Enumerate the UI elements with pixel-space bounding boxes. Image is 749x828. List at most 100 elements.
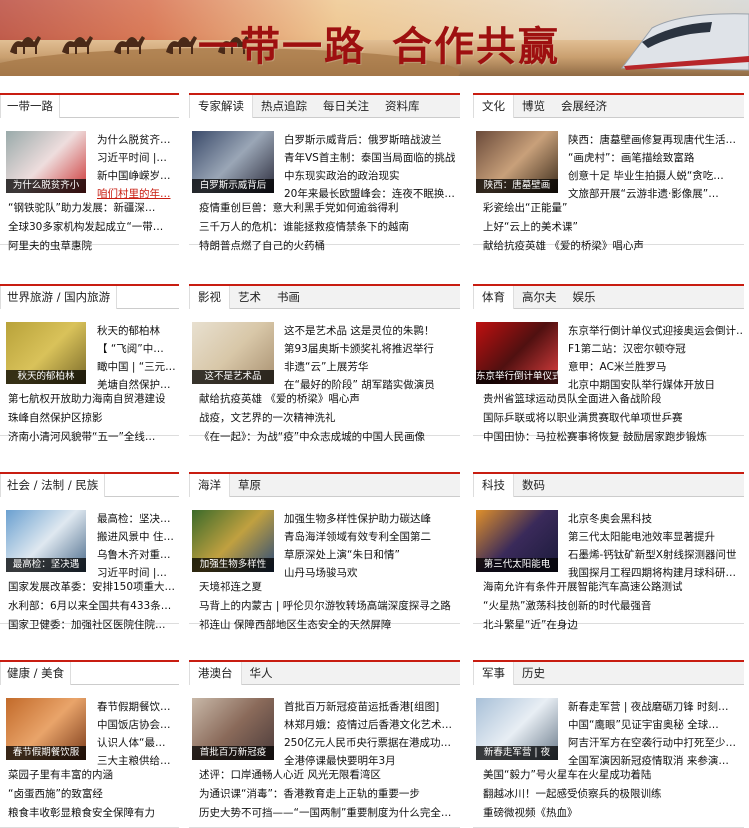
tab-mid-1-2[interactable]: 书画 <box>269 286 308 308</box>
tab-mid-1-1[interactable]: 艺术 <box>230 286 269 308</box>
headline-link[interactable]: 这不是艺术品 这是灵位的朱鹮！ <box>284 322 458 340</box>
headline-link[interactable]: 为什么脱贫齐… <box>97 131 177 149</box>
tab-mid-3-1[interactable]: 华人 <box>242 662 281 684</box>
headline-link[interactable]: 春节假期餐饮… <box>97 698 177 716</box>
headline-link[interactable]: “画虎村”：画笔描绘致富路 <box>568 149 742 167</box>
headline-link[interactable]: 中国“鹰眼”见证宇宙奥秘 全球… <box>568 716 742 734</box>
more-link[interactable]: 济南小清河风貌带“五一”全线… <box>8 428 177 447</box>
featured-image-mid-3[interactable]: 首批百万新冠疫 <box>192 698 274 760</box>
more-link[interactable]: 第七航权开放助力海南自贸港建设 <box>8 390 177 409</box>
tab-right-0-1[interactable]: 博览 <box>514 95 553 117</box>
more-link[interactable]: 粮食丰收彰显粮食安全保障有力 <box>8 804 177 823</box>
headline-link[interactable]: 白罗斯示威背后：俄罗斯暗战波兰 <box>284 131 458 149</box>
headline-link[interactable]: 非遗“云”上展芳华 <box>284 358 458 376</box>
more-link[interactable]: 祁连山 保障西部地区生态安全的天然屏障 <box>199 616 458 635</box>
tab-left-0-0[interactable]: 一带一路 <box>0 95 60 118</box>
more-link[interactable]: 水利部：6月以来全国共有433条… <box>8 597 177 616</box>
headline-link[interactable]: 阿吉汗军方在空袭行动中打死至少… <box>568 734 742 752</box>
headline-link[interactable]: 新春走军营 | 夜战磨砺刀锋 时刻… <box>568 698 742 716</box>
more-link[interactable]: 北斗繁星“近”在身边 <box>483 616 742 635</box>
tab-right-1-0[interactable]: 体育 <box>473 286 514 309</box>
tab-mid-0-1[interactable]: 热点追踪 <box>253 95 315 117</box>
more-link[interactable]: “火星热”激荡科技创新的时代最强音 <box>483 597 742 616</box>
tab-right-1-1[interactable]: 高尔夫 <box>514 286 565 308</box>
more-link[interactable]: “钢铁驼队”助力发展：新疆深… <box>8 199 177 218</box>
tab-mid-3-0[interactable]: 港澳台 <box>189 662 242 685</box>
more-link[interactable]: 菜园子里有丰富的内涵 <box>8 766 177 785</box>
headline-link[interactable]: 秋天的郁柏林 <box>97 322 177 340</box>
more-link[interactable]: 述评：口岸通畅人心近 风光无限看湾区 <box>199 766 458 785</box>
headline-link[interactable]: 中东现实政治的政治现实 <box>284 167 458 185</box>
featured-image-right-2[interactable]: 第三代太阳能电 <box>476 510 558 572</box>
more-link[interactable]: 为通识课“消毒”：香港教育走上正轨的重要一步 <box>199 785 458 804</box>
featured-image-right-1[interactable]: 东京举行倒计单仪式 <box>476 322 558 384</box>
headline-link[interactable]: 青岛海洋领域有效专利全国第二 <box>284 528 458 546</box>
more-link[interactable]: “卤蛋西施”的致富经 <box>8 785 177 804</box>
more-link[interactable]: 国家发展改革委：安排150项重大… <box>8 578 177 597</box>
more-link[interactable]: 贵州省篮球运动员队全面进入备战阶段 <box>483 390 742 409</box>
featured-image-right-0[interactable]: 陕西：唐墓壁画 <box>476 131 558 193</box>
tab-right-2-0[interactable]: 科技 <box>473 474 514 497</box>
headline-link[interactable]: 石墨烯-钙钛矿新型X射线探测器问世 <box>568 546 742 564</box>
featured-image-left-0[interactable]: 为什么脱贫齐小 <box>6 131 86 193</box>
headline-link[interactable]: 250亿元人民币央行票据在港成功… <box>284 734 458 752</box>
tab-mid-1-0[interactable]: 影视 <box>189 286 230 309</box>
more-link[interactable]: 《在一起》：为战“疫”中众志成城的中国人民画像 <box>199 428 458 447</box>
headline-link[interactable]: 陕西：唐墓壁画修复再现唐代生活… <box>568 131 742 149</box>
tab-right-3-1[interactable]: 历史 <box>514 662 553 684</box>
featured-image-mid-1[interactable]: 这不是艺术品 <box>192 322 274 384</box>
more-link[interactable]: 重磅微视频《热血》 <box>483 804 742 823</box>
more-link[interactable]: 全球30多家机构发起成立“一带… <box>8 218 177 237</box>
tab-mid-2-1[interactable]: 草原 <box>230 474 269 496</box>
more-link[interactable]: 上好“云上的美术课” <box>483 218 742 237</box>
headline-link[interactable]: 认识人体“最… <box>97 734 177 752</box>
more-link[interactable]: 珠峰自然保护区掠影 <box>8 409 177 428</box>
headline-link[interactable]: 东京举行倒计单仪式迎接奥运会倒计… <box>568 322 742 340</box>
tab-mid-0-0[interactable]: 专家解读 <box>189 95 253 118</box>
tab-mid-0-3[interactable]: 资料库 <box>377 95 428 117</box>
more-link[interactable]: 彩瓷绘出“正能量” <box>483 199 742 218</box>
headline-link[interactable]: 草原深处上演“朱日和情” <box>284 546 458 564</box>
tab-mid-0-2[interactable]: 每日关注 <box>315 95 377 117</box>
more-link[interactable]: 国际乒联或将以职业满贯赛取代单项世乒赛 <box>483 409 742 428</box>
more-link[interactable]: 美国“毅力”号火星车在火星成功着陆 <box>483 766 742 785</box>
headline-link[interactable]: 瞰中国 | “三元… <box>97 358 177 376</box>
headline-link[interactable]: 首批百万新冠疫苗运抵香港[组图] <box>284 698 458 716</box>
tab-right-2-1[interactable]: 数码 <box>514 474 553 496</box>
featured-image-left-1[interactable]: 秋天的郁柏林 <box>6 322 86 384</box>
more-link[interactable]: 献给抗疫英雄 《爱的桥梁》唱心声 <box>199 390 458 409</box>
featured-image-left-2[interactable]: 最高检：坚决遇 <box>6 510 86 572</box>
featured-image-right-3[interactable]: 新春走军营 | 夜 <box>476 698 558 760</box>
headline-link[interactable]: 第93届奥斯卡颁奖礼将推迟举行 <box>284 340 458 358</box>
tab-right-0-0[interactable]: 文化 <box>473 95 514 118</box>
more-link[interactable]: 历史大势不可挡——“一国两制”重要制度为什么完全… <box>199 804 458 823</box>
headline-link[interactable]: F1第二站：汉密尔顿夺冠 <box>568 340 742 358</box>
headline-link[interactable]: 习近平时间 |… <box>97 149 177 167</box>
more-link[interactable]: 疫情重创巨兽：意大利黑手党如何逾翁得利 <box>199 199 458 218</box>
tab-right-1-2[interactable]: 娱乐 <box>565 286 604 308</box>
headline-link[interactable]: 青年VS首主制：泰国当局面临的挑战 <box>284 149 458 167</box>
headline-link[interactable]: 林郑月娥：疫情过后香港文化艺术… <box>284 716 458 734</box>
more-link[interactable]: 国家卫健委：加强社区医院住院… <box>8 616 177 635</box>
tab-left-2-0[interactable]: 社会 / 法制 / 民族 <box>0 474 106 497</box>
headline-link[interactable]: 加强生物多样性保护助力碳达峰 <box>284 510 458 528</box>
more-link[interactable]: 天境祁连之夏 <box>199 578 458 597</box>
tab-mid-2-0[interactable]: 海洋 <box>189 474 230 497</box>
headline-link[interactable]: 新中国峥嵘岁… <box>97 167 177 185</box>
headline-link[interactable]: 【 “飞阅”中… <box>97 340 177 358</box>
tab-right-3-0[interactable]: 军事 <box>473 662 514 685</box>
more-link[interactable]: 海南允许有条件开展智能汽车高速公路测试 <box>483 578 742 597</box>
more-link[interactable]: 翻越冰川！一起感受侦察兵的极限训练 <box>483 785 742 804</box>
tab-left-3-0[interactable]: 健康 / 美食 <box>0 662 72 685</box>
headline-link[interactable]: 乌鲁木齐对重… <box>97 546 177 564</box>
tab-left-1-0[interactable]: 世界旅游 / 国内旅游 <box>0 286 118 309</box>
more-link[interactable]: 马背上的内蒙古 | 呼伦贝尔游牧转场高端深度探寻之路 <box>199 597 458 616</box>
more-link[interactable]: 战疫，文艺界的一次精神洗礼 <box>199 409 458 428</box>
headline-link[interactable]: 北京冬奥会黑科技 <box>568 510 742 528</box>
more-link[interactable]: 献给抗疫英雄 《爱的桥梁》唱心声 <box>483 237 742 256</box>
headline-link[interactable]: 创意十足 毕业生拍摄人蜕“贪吃… <box>568 167 742 185</box>
featured-image-mid-0[interactable]: 白罗斯示威背后 <box>192 131 274 193</box>
tab-right-0-2[interactable]: 会展经济 <box>553 95 615 117</box>
featured-image-left-3[interactable]: 春节假期餐饮服 <box>6 698 86 760</box>
headline-link[interactable]: 意甲：AC米兰胜罗马 <box>568 358 742 376</box>
